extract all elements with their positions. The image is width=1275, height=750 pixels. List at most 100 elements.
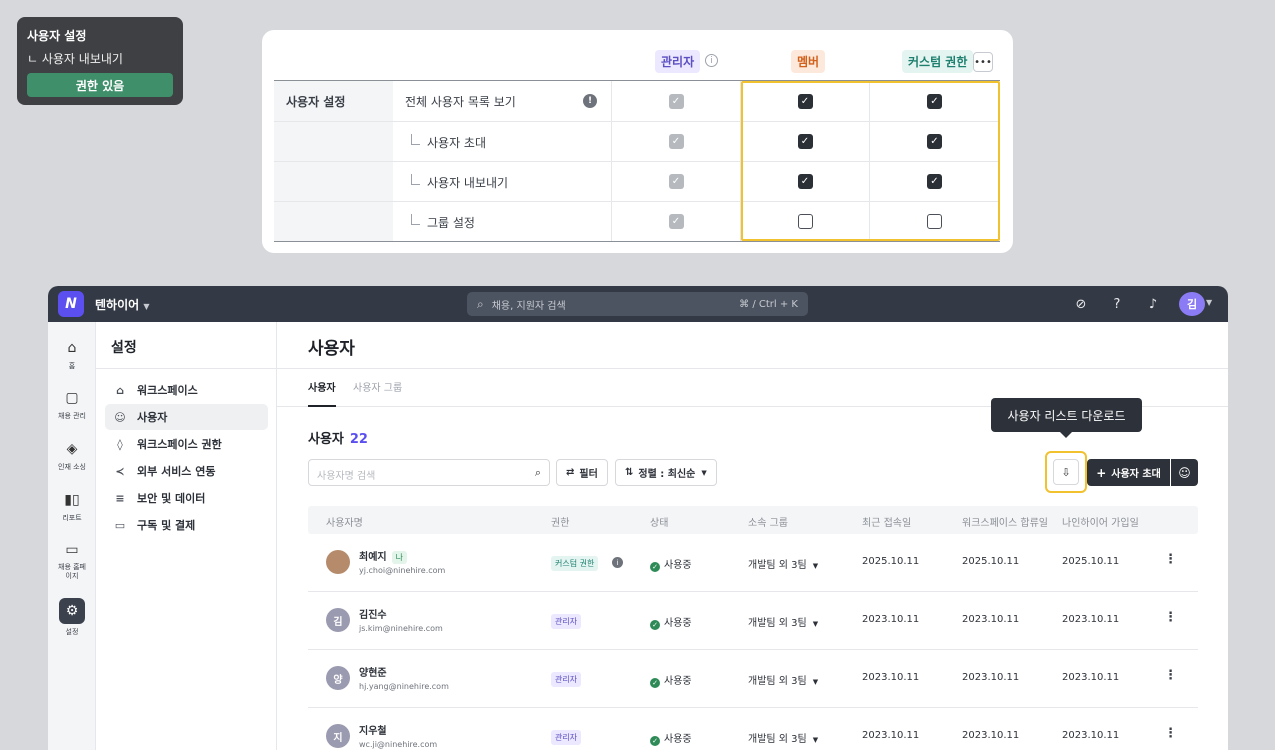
settings-sidebar: 설정 ⌂ 워크스페이스 ☺ 사용자 ◊ 워크스페이스 권한 ≺ 외부 서비스 연동 ≡ 보… <box>96 322 277 750</box>
has-permission-badge: 권한 있음 <box>27 73 173 97</box>
bell-icon[interactable]: ♪ <box>1144 295 1162 313</box>
card-icon: ▭ <box>114 518 126 532</box>
help-icon[interactable]: ? <box>1108 295 1126 313</box>
sidebar-item-billing[interactable]: ▭ 구독 및 결제 <box>105 512 268 538</box>
layers-icon: ◈ <box>66 441 78 457</box>
user-email: js.kim@ninehire.com <box>359 624 443 633</box>
last-login: 2023.10.11 <box>862 614 920 625</box>
rail-item-homepage[interactable]: ▭ 채용 홈페이지 <box>48 542 96 581</box>
workspace-joined: 2023.10.11 <box>962 614 1020 625</box>
permission-name: 그룹 설정 <box>393 202 612 241</box>
rail-item-report[interactable]: ▮▯ 리포트 <box>48 492 96 523</box>
download-list-button[interactable]: ⇩ <box>1053 459 1079 485</box>
check-circle-icon: ✓ <box>650 678 660 688</box>
avatar: 양 <box>326 666 350 690</box>
compass-icon[interactable]: ⊘ <box>1072 295 1090 313</box>
main-rail: ⌂ 홈 ▢ 채용 관리 ◈ 인재 소싱 ▮▯ 리포트 ▭ 채용 홈페이지 ⚙ 설정 <box>48 322 96 750</box>
admin-checkbox: ✓ <box>668 174 684 189</box>
sidebar-item-integrations[interactable]: ≺ 외부 서비스 연동 <box>105 458 268 484</box>
global-search[interactable]: ⌕ 채용, 지원자 검색 ⌘ / Ctrl + K <box>467 292 808 316</box>
table-header: 사용자명 권한 상태 소속 그룹 최근 접속일 워크스페이스 합류일 나인하이어… <box>308 506 1198 534</box>
table-row[interactable]: 지 지우철 wc.ji@ninehire.com 관리자 ✓ 사용중 개발팀 외 … <box>308 708 1198 750</box>
signup-date: 2023.10.11 <box>1062 614 1120 625</box>
user-name: 지우철 <box>359 726 387 737</box>
rail-item-recruit[interactable]: ▢ 채용 관리 <box>48 390 96 421</box>
user-email: hj.yang@ninehire.com <box>359 682 449 691</box>
rail-item-sourcing[interactable]: ◈ 인재 소싱 <box>48 441 96 472</box>
alert-icon[interactable]: ! <box>583 94 597 108</box>
table-row[interactable]: 양 양현준 hj.yang@ninehire.com 관리자 ✓ 사용중 개발팀 … <box>308 650 1198 708</box>
user-search-input[interactable]: 사용자명 검색 ⌕ <box>308 459 550 486</box>
role-badge: 관리자 <box>551 730 582 745</box>
table-row[interactable]: 김 김진수 js.kim@ninehire.com 관리자 ✓ 사용중 개발팀 외… <box>308 592 1198 650</box>
sidebar-item-users[interactable]: ☺ 사용자 <box>105 404 268 430</box>
signup-date: 2025.10.11 <box>1062 556 1120 567</box>
plus-icon: + <box>1096 465 1107 480</box>
rail-item-home[interactable]: ⌂ 홈 <box>48 340 96 371</box>
more-vertical-icon[interactable]: ⋮ <box>1164 552 1177 567</box>
tooltip-title: 사용자 설정 <box>27 29 87 43</box>
more-options-button[interactable]: ••• <box>973 52 993 72</box>
rail-item-settings[interactable]: ⚙ 설정 <box>48 598 96 637</box>
chevron-down-icon: ▼ <box>812 678 819 686</box>
file-download-icon: ⇩ <box>1061 465 1071 479</box>
tooltip-subtitle: ㄴ 사용자 내보내기 <box>27 52 123 66</box>
permission-category: 사용자 설정 <box>274 81 393 121</box>
page-title: 사용자 <box>277 322 1228 369</box>
admin-checkbox: ✓ <box>668 134 684 149</box>
status-badge: ✓ 사용중 <box>650 556 692 572</box>
app-logo[interactable]: N <box>58 291 84 317</box>
table-row[interactable]: 최예지 나 yj.choi@ninehire.com 커스텀 권한 i ✓ 사용중 … <box>308 534 1198 592</box>
top-bar: N 텐하이어 ▼ ⌕ 채용, 지원자 검색 ⌘ / Ctrl + K ⊘ ? ♪… <box>48 286 1228 322</box>
user-count: 22 <box>349 432 368 447</box>
chevron-down-icon: ▼ <box>812 620 819 628</box>
chevron-down-icon: ▼ <box>812 736 819 744</box>
info-icon[interactable]: i <box>612 557 623 568</box>
tab-user-groups[interactable]: 사용자 그룹 <box>353 379 402 394</box>
member-column-header: 멤버 <box>791 50 826 73</box>
database-icon: ≡ <box>115 491 125 505</box>
more-vertical-icon[interactable]: ⋮ <box>1164 668 1177 683</box>
chevron-down-icon: ▼ <box>701 468 707 477</box>
users-icon: ☺ <box>114 410 126 424</box>
user-name: 최예지 나 <box>359 548 407 564</box>
signup-date: 2023.10.11 <box>1062 672 1120 683</box>
sidebar-item-permissions[interactable]: ◊ 워크스페이스 권한 <box>105 431 268 457</box>
permission-name: 전체 사용자 목록 보기! <box>393 81 612 121</box>
workspace-joined: 2025.10.11 <box>962 556 1020 567</box>
role-badge: 커스텀 권한 <box>551 556 599 571</box>
group-dropdown[interactable]: 개발팀 외 3팀 ▼ <box>748 556 818 571</box>
more-vertical-icon[interactable]: ⋮ <box>1164 610 1177 625</box>
note-icon: ▢ <box>65 390 79 406</box>
workspace-joined: 2023.10.11 <box>962 730 1020 741</box>
filter-button[interactable]: ⇄ 필터 <box>556 459 608 486</box>
building-icon: ⌂ <box>116 383 124 397</box>
search-icon: ⌕ <box>477 296 484 311</box>
info-icon[interactable]: i <box>705 54 718 67</box>
chevron-down-icon: ▼ <box>812 562 819 570</box>
share-icon: ≺ <box>115 464 125 478</box>
sidebar-item-security[interactable]: ≡ 보안 및 데이터 <box>105 485 268 511</box>
add-user-button[interactable]: ☺ <box>1171 459 1198 486</box>
invite-user-button[interactable]: + 사용자 초대 <box>1087 459 1170 486</box>
user-count-heading: 사용자 22 <box>308 432 368 447</box>
role-badge: 관리자 <box>551 614 582 629</box>
group-dropdown[interactable]: 개발팀 외 3팀 ▼ <box>748 672 818 687</box>
user-avatar[interactable]: 김 <box>1179 292 1205 316</box>
sliders-icon: ⇄ <box>566 467 575 478</box>
check-circle-icon: ✓ <box>650 736 660 746</box>
tab-users[interactable]: 사용자 <box>308 379 336 407</box>
role-badge: 관리자 <box>551 672 582 687</box>
highlight-box <box>741 81 1000 241</box>
workspace-switcher[interactable]: 텐하이어 ▼ <box>95 296 150 313</box>
group-dropdown[interactable]: 개발팀 외 3팀 ▼ <box>748 730 818 745</box>
sort-dropdown[interactable]: ⇅ 정렬 : 최신순 ▼ <box>615 459 717 486</box>
permission-tooltip-card: 사용자 설정 ㄴ 사용자 내보내기 권한 있음 <box>17 17 183 105</box>
admin-checkbox: ✓ <box>668 214 684 229</box>
chevron-down-icon[interactable]: ▼ <box>1206 298 1212 307</box>
sidebar-item-workspace[interactable]: ⌂ 워크스페이스 <box>105 377 268 403</box>
shield-icon: ◊ <box>117 437 123 451</box>
main-content: 사용자 사용자 사용자 그룹 사용자 22 사용자명 검색 ⌕ ⇄ 필터 ⇅ 정렬 : … <box>277 322 1228 750</box>
group-dropdown[interactable]: 개발팀 외 3팀 ▼ <box>748 614 818 629</box>
more-vertical-icon[interactable]: ⋮ <box>1164 726 1177 741</box>
